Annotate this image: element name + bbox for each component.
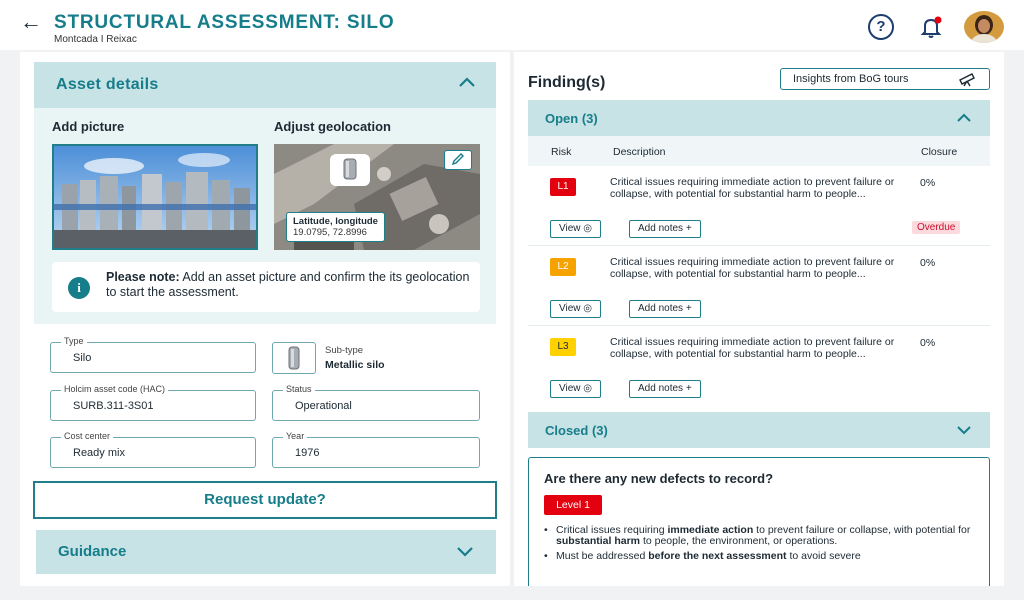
coordinates-title: Latitude, longitude xyxy=(293,216,378,227)
risk-column-header: Risk xyxy=(551,146,572,158)
findings-column-headers: Risk Description Closure xyxy=(528,136,990,166)
finding-description: Critical issues requiring immediate acti… xyxy=(610,176,895,200)
coordinates-label: Latitude, longitude 19.0795, 72.8996 xyxy=(286,212,385,242)
open-findings-title: Open (3) xyxy=(545,111,598,126)
findings-card: Finding(s) Insights from BoG tours Open … xyxy=(514,52,1004,586)
finding-description: Critical issues requiring immediate acti… xyxy=(610,336,895,360)
hac-field[interactable]: Holcim asset code (HAC) SURB.311-3S01 xyxy=(50,384,256,421)
guidance-accordion[interactable]: Guidance xyxy=(36,530,496,574)
new-defects-question: Are there any new defects to record? xyxy=(544,471,774,486)
back-arrow-icon[interactable]: ← xyxy=(20,10,42,34)
guidance-title: Guidance xyxy=(58,543,127,560)
info-icon: i xyxy=(68,277,90,299)
eye-icon: ◎ xyxy=(583,303,593,314)
page-subtitle: Montcada I Reixac xyxy=(54,34,137,45)
finding-closure: 0% xyxy=(920,257,936,269)
finding-row: L3 Critical issues requiring immediate a… xyxy=(528,328,990,406)
asset-details-header[interactable]: Asset details xyxy=(34,62,496,108)
app-header: ← STRUCTURAL ASSESSMENT: SILO Montcada I… xyxy=(0,0,1024,50)
chevron-up-icon[interactable] xyxy=(458,76,476,91)
notification-bell-icon[interactable] xyxy=(918,14,944,40)
chevron-down-icon[interactable] xyxy=(956,424,972,439)
finding-closure: 0% xyxy=(920,337,936,349)
edit-geolocation-button[interactable] xyxy=(444,150,472,170)
add-notes-button[interactable]: Add notes + xyxy=(629,380,701,398)
note-text: Please note: Add an asset picture and co… xyxy=(106,270,470,299)
view-button[interactable]: View ◎ xyxy=(550,380,602,398)
info-note: i Please note: Add an asset picture and … xyxy=(52,262,480,312)
level1-badge[interactable]: Level 1 xyxy=(544,495,602,515)
type-field[interactable]: Type Silo xyxy=(50,336,256,373)
request-update-button[interactable]: Request update? xyxy=(33,481,497,519)
add-notes-button[interactable]: Add notes + xyxy=(629,300,701,318)
page-title: STRUCTURAL ASSESSMENT: SILO xyxy=(54,12,395,33)
eye-icon: ◎ xyxy=(583,383,593,394)
help-icon[interactable]: ? xyxy=(868,14,894,40)
level1-criteria-list: Critical issues requiring immediate acti… xyxy=(542,525,972,566)
user-avatar[interactable] xyxy=(964,11,1004,43)
risk-badge-l2: L2 xyxy=(550,258,576,276)
status-field[interactable]: Status Operational xyxy=(272,384,480,421)
telescope-icon xyxy=(957,71,979,90)
eye-icon: ◎ xyxy=(583,223,593,234)
geolocation-map[interactable]: Latitude, longitude 19.0795, 72.8996 xyxy=(274,144,480,250)
adjust-geolocation-label: Adjust geolocation xyxy=(274,119,391,134)
cost-center-field[interactable]: Cost center Ready mix xyxy=(50,431,256,468)
closed-findings-title: Closed (3) xyxy=(545,423,608,438)
chevron-down-icon[interactable] xyxy=(456,545,474,560)
view-button[interactable]: View ◎ xyxy=(550,220,602,238)
subtype-label: Sub-type xyxy=(325,345,364,356)
coordinates-value: 19.0795, 72.8996 xyxy=(293,227,367,238)
asset-photo[interactable] xyxy=(52,144,258,250)
overdue-badge: Overdue xyxy=(912,221,961,234)
asset-card: Asset details Add picture Adjust geoloca… xyxy=(20,52,510,586)
criteria-item: Critical issues requiring immediate acti… xyxy=(542,525,972,547)
view-button[interactable]: View ◎ xyxy=(550,300,602,318)
year-field[interactable]: Year 1976 xyxy=(272,431,480,468)
finding-closure: 0% xyxy=(920,177,936,189)
finding-row: L2 Critical issues requiring immediate a… xyxy=(528,248,990,326)
criteria-item: Must be addressed before the next assess… xyxy=(542,551,972,563)
subtype-value: Metallic silo xyxy=(325,359,385,371)
finding-description: Critical issues requiring immediate acti… xyxy=(610,256,895,280)
asset-details-body: Add picture Adjust geolocation Latitude,… xyxy=(34,108,496,324)
risk-badge-l1: L1 xyxy=(550,178,576,196)
subtype-thumbnail[interactable] xyxy=(272,342,316,374)
closure-column-header: Closure xyxy=(921,146,958,158)
chevron-up-icon[interactable] xyxy=(956,112,972,127)
add-notes-button[interactable]: Add notes + xyxy=(629,220,701,238)
closed-findings-header[interactable]: Closed (3) xyxy=(528,412,990,448)
add-picture-label: Add picture xyxy=(52,119,125,134)
new-defects-panel: Are there any new defects to record? Lev… xyxy=(528,457,990,586)
description-column-header: Description xyxy=(613,146,666,158)
findings-title: Finding(s) xyxy=(528,74,606,91)
insights-button[interactable]: Insights from BoG tours xyxy=(780,68,990,90)
asset-details-title: Asset details xyxy=(56,76,159,93)
finding-row: L1 Critical issues requiring immediate a… xyxy=(528,168,990,246)
silo-pin[interactable] xyxy=(330,154,370,186)
open-findings-header[interactable]: Open (3) xyxy=(528,100,990,136)
risk-badge-l3: L3 xyxy=(550,338,576,356)
